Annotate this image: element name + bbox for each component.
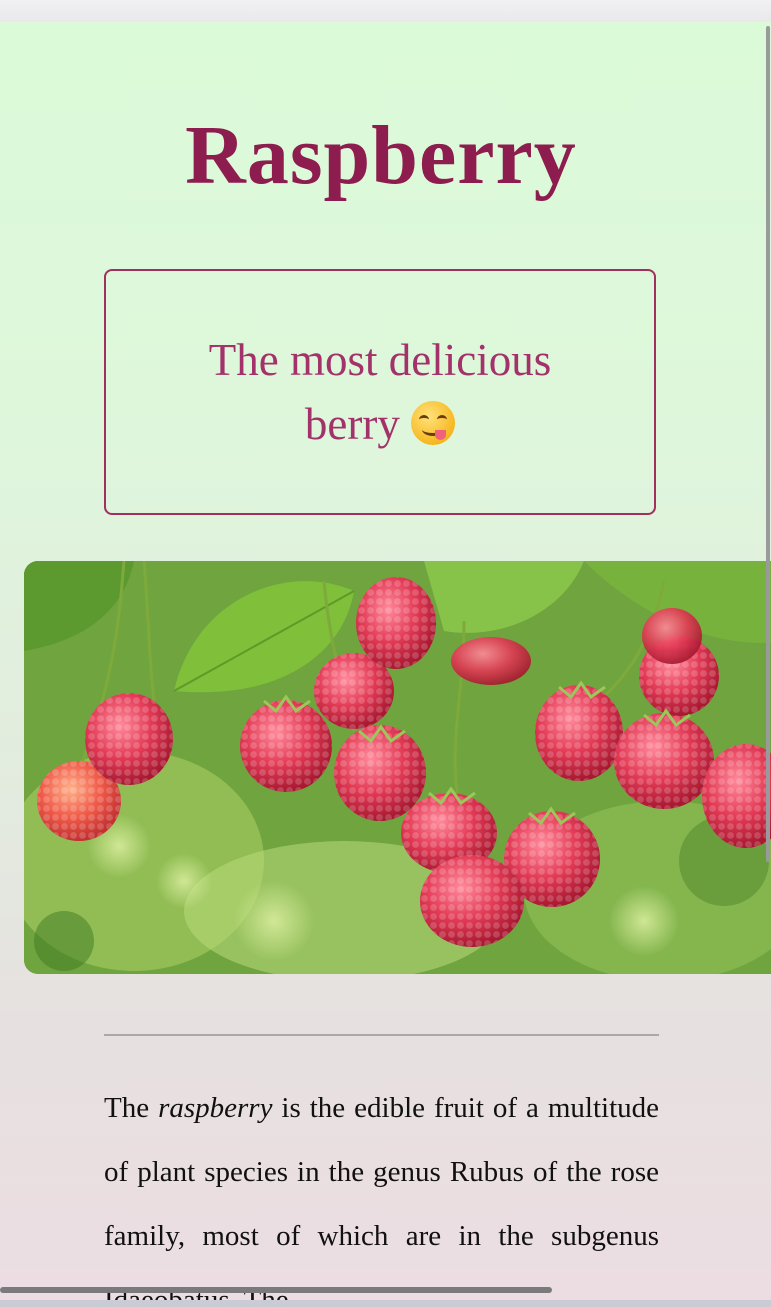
vertical-scrollbar[interactable] bbox=[766, 26, 770, 862]
horizontal-scrollbar[interactable] bbox=[0, 1287, 552, 1293]
browser-bottom-bar bbox=[0, 1300, 771, 1307]
divider bbox=[104, 1034, 659, 1036]
tagline-text: The most delicious berry bbox=[208, 335, 552, 449]
raspberries-photo bbox=[24, 561, 771, 974]
hero-image bbox=[24, 561, 771, 974]
paragraph-text-start: The bbox=[104, 1092, 159, 1124]
paragraph-emphasis: raspberry bbox=[158, 1092, 273, 1124]
description-paragraph: The raspberry is the edible fruit of a m… bbox=[104, 1076, 659, 1300]
tagline: The most delicious berry bbox=[180, 328, 580, 456]
page-content[interactable]: Raspberry The most delicious berry The r… bbox=[0, 22, 771, 1300]
browser-top-bar bbox=[0, 0, 771, 23]
page-title: Raspberry bbox=[185, 109, 577, 202]
tagline-box: The most delicious berry bbox=[104, 269, 656, 515]
face-savoring-food-icon bbox=[411, 401, 456, 445]
